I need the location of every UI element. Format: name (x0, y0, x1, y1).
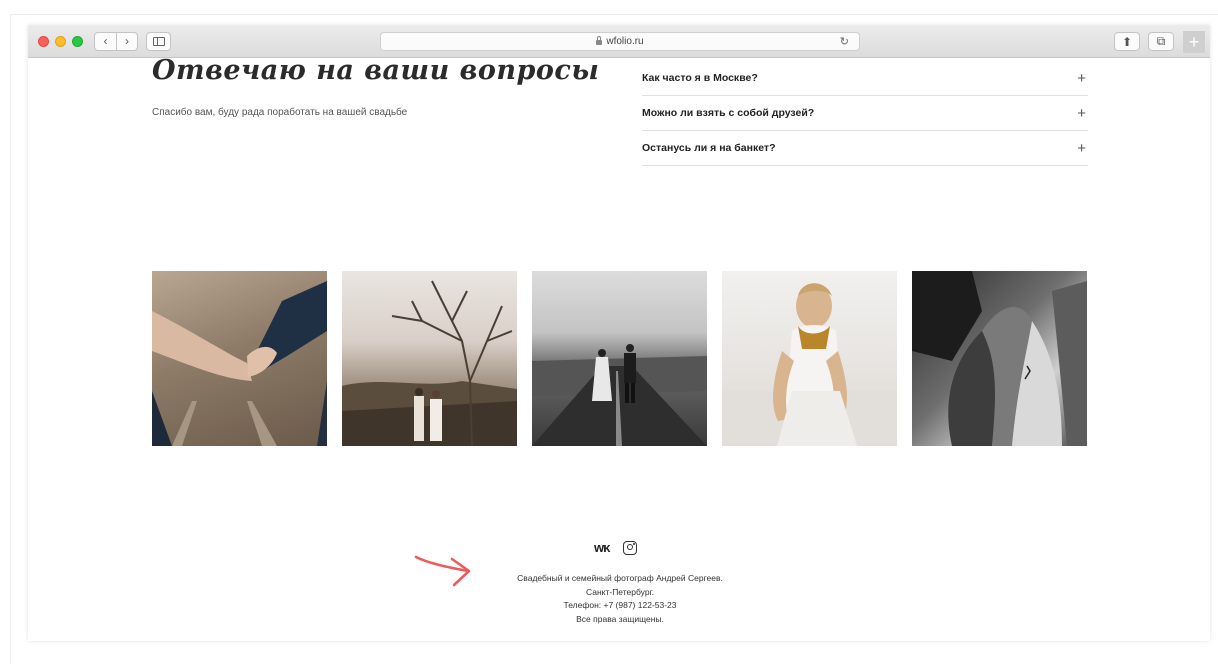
close-window-button[interactable] (38, 36, 49, 47)
gallery-photo-couple-road[interactable] (532, 271, 707, 446)
address-bar[interactable]: wfolio.ru ↻ (380, 32, 860, 51)
new-tab-button[interactable]: + (1183, 31, 1205, 53)
browser-toolbar: ‹ › wfolio.ru ↻ ⬆ ⧉ + (28, 25, 1210, 58)
back-button[interactable]: ‹ (95, 33, 116, 50)
faq-subtitle: Спасибо вам, буду рада поработать на ваш… (152, 107, 408, 118)
faq-item[interactable]: Останусь ли я на банкет? + (642, 131, 1088, 166)
footer-info: Свадебный и семейный фотограф Андрей Сер… (488, 572, 752, 626)
faq-list: Как часто я в Москве? + Можно ли взять с… (642, 61, 1088, 166)
share-icon: ⬆ (1121, 34, 1133, 49)
faq-title: Отвечаю на ваши вопросы (152, 55, 600, 86)
gallery-photo-couple-tree[interactable] (342, 271, 517, 446)
arrow-annotation-icon (414, 555, 471, 587)
share-button[interactable]: ⬆ (1114, 32, 1140, 51)
gallery-photo-holding-hands[interactable] (152, 271, 327, 446)
gallery-photo-hands-closeup[interactable] (912, 271, 1087, 446)
photo-gallery (152, 271, 1088, 446)
faq-item[interactable]: Можно ли взять с собой друзей? + (642, 96, 1088, 131)
social-links: ᴡᴋ (594, 540, 638, 555)
zoom-window-button[interactable] (72, 36, 83, 47)
minimize-window-button[interactable] (55, 36, 66, 47)
footer-phone: Телефон: +7 (987) 122-53-23 (563, 600, 677, 610)
faq-question: Можно ли взять с собой друзей? (642, 107, 815, 119)
sidebar-icon (152, 37, 165, 46)
footer-city: Санкт-Петербург. (586, 586, 654, 597)
faq-question: Как часто я в Москве? (642, 72, 758, 84)
reload-icon[interactable]: ↻ (840, 35, 849, 48)
instagram-icon[interactable] (623, 540, 638, 555)
lock-icon (596, 36, 603, 45)
expand-icon[interactable]: + (1077, 105, 1086, 122)
gallery-photo-bride-portrait[interactable] (722, 271, 897, 446)
forward-button[interactable]: › (115, 33, 137, 50)
faq-item[interactable]: Как часто я в Москве? + (642, 61, 1088, 96)
tabs-icon: ⧉ (1156, 34, 1166, 48)
browser-window: ‹ › wfolio.ru ↻ ⬆ ⧉ + Отвечаю на ваши во… (28, 25, 1210, 641)
navigation-buttons: ‹ › (94, 32, 138, 51)
footer-description: Свадебный и семейный фотограф Андрей Сер… (517, 573, 723, 583)
vk-icon[interactable]: ᴡᴋ (594, 540, 610, 555)
expand-icon[interactable]: + (1077, 140, 1086, 157)
expand-icon[interactable]: + (1077, 70, 1086, 87)
url-text: wfolio.ru (606, 36, 644, 47)
sidebar-toggle-button[interactable] (146, 32, 171, 51)
show-tabs-button[interactable]: ⧉ (1148, 32, 1174, 51)
footer-copyright: Все права защищены. (576, 613, 664, 624)
faq-question: Останусь ли я на банкет? (642, 142, 776, 154)
